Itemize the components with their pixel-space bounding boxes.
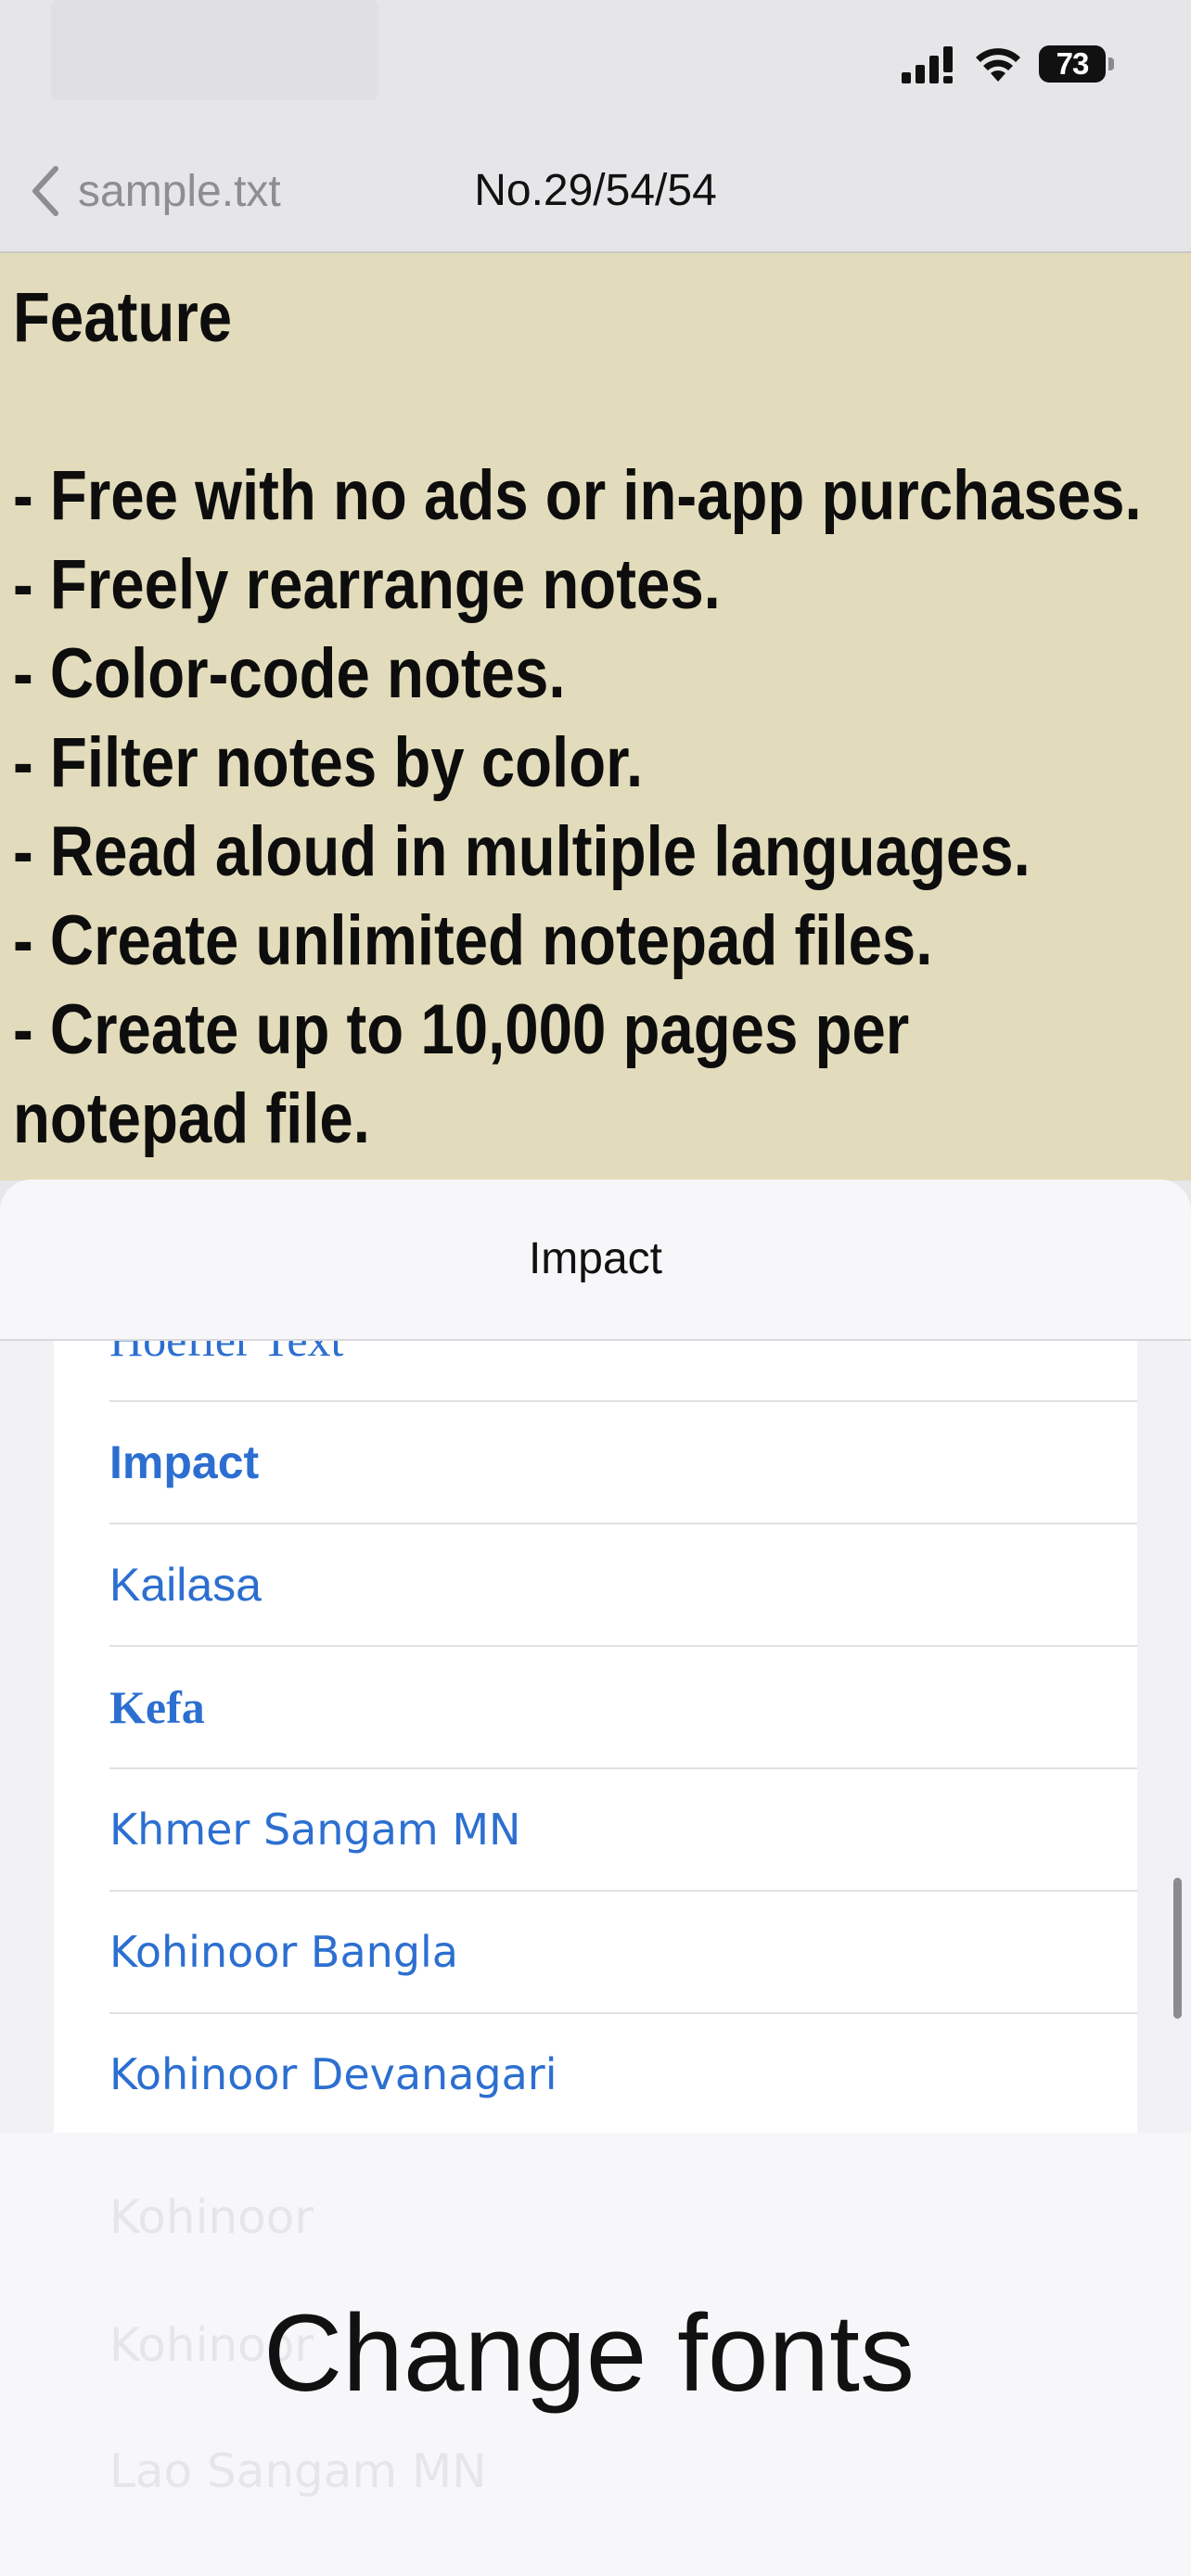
page-title: No.29/54/54 bbox=[474, 166, 717, 215]
note-content[interactable]: Feature - Free with no ads or in-app pur… bbox=[0, 253, 1191, 1180]
font-item-impact[interactable]: Impact bbox=[109, 1402, 1137, 1524]
note-text[interactable]: Feature - Free with no ads or in-app pur… bbox=[13, 274, 1178, 1180]
faded-font-item: Lao Sangam MN bbox=[109, 2444, 487, 2498]
scroll-indicator[interactable] bbox=[1173, 1878, 1182, 2019]
battery-icon: 73 bbox=[1039, 45, 1117, 83]
font-item-hoefler-text[interactable]: Hoefler Text bbox=[109, 1341, 1137, 1402]
sheet-header: Impact bbox=[0, 1180, 1191, 1341]
cellular-signal-icon bbox=[902, 46, 953, 83]
font-item-khmer-sangam-mn[interactable]: Khmer Sangam MN bbox=[109, 1769, 1137, 1892]
navigation-bar: sample.txt No.29/54/54 bbox=[0, 139, 1191, 253]
battery-level: 73 bbox=[1056, 46, 1090, 81]
promo-caption: Change fonts bbox=[263, 2292, 915, 2415]
status-bar: 73 bbox=[0, 0, 1191, 139]
faded-font-item: Kohinoor bbox=[109, 2190, 314, 2244]
font-item-kohinoor-devanagari[interactable]: Kohinoor Devanagari bbox=[109, 2014, 1137, 2136]
font-item-kohinoor-bangla[interactable]: Kohinoor Bangla bbox=[109, 1892, 1137, 2014]
wifi-icon bbox=[976, 48, 1020, 82]
font-item-kailasa[interactable]: Kailasa bbox=[109, 1524, 1137, 1647]
status-time-placeholder bbox=[51, 0, 378, 100]
font-item-kefa[interactable]: Kefa bbox=[109, 1647, 1137, 1769]
sheet-title: Impact bbox=[528, 1234, 663, 1283]
